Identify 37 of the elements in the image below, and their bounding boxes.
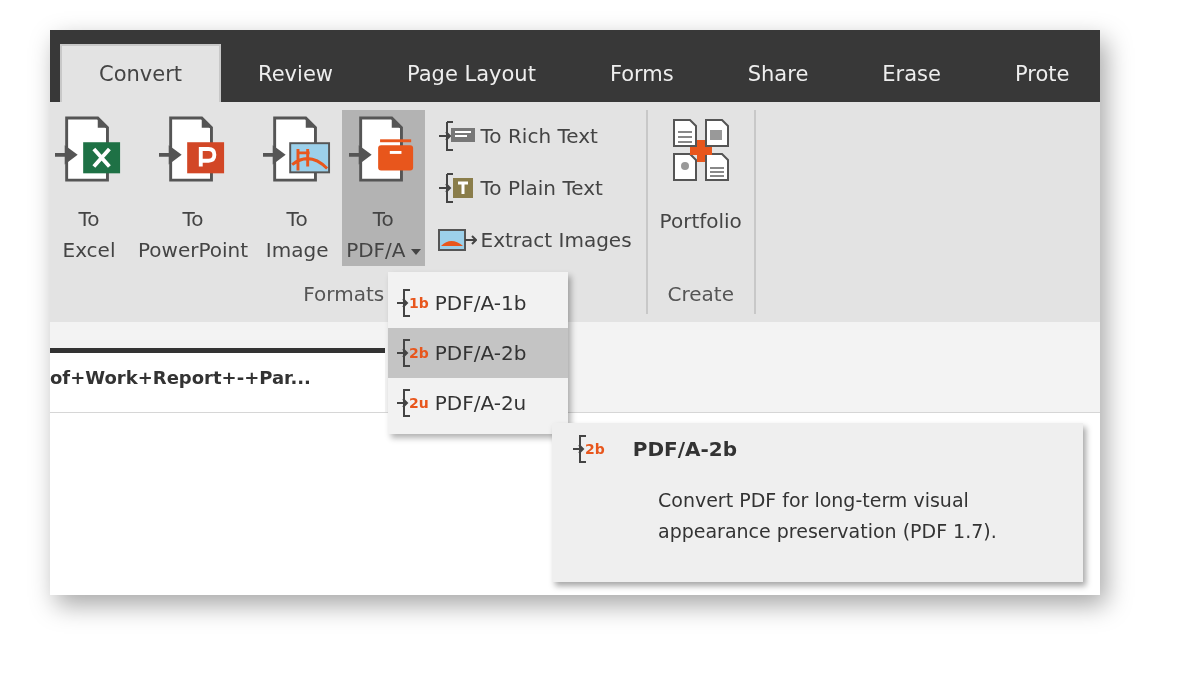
convert-button[interactable]: To Excel: [50, 110, 128, 266]
document-arrow-icon: [396, 289, 411, 317]
ribbon-tab[interactable]: Prote: [978, 46, 1100, 102]
ribbon-tab[interactable]: Erase: [845, 46, 978, 102]
version-label: 2u: [409, 395, 429, 411]
document-arrow-icon: [396, 389, 411, 417]
menu-item-label: PDF/A-2u: [434, 391, 527, 415]
tooltip-text: Convert PDF for long-term visual appearance preservation (PDF 1.7).: [658, 488, 998, 544]
ribbon-tab[interactable]: Convert: [60, 44, 222, 102]
version-label: 2b: [409, 345, 429, 361]
ribbon-tab[interactable]: Share: [710, 46, 846, 102]
ribbon-tab[interactable]: Forms: [572, 46, 711, 102]
convert-button[interactable]: To PDF/A: [342, 110, 425, 266]
version-label: 1b: [409, 295, 429, 311]
group-label: Create: [667, 282, 734, 308]
version-label: 2b: [585, 441, 605, 457]
ribbon-tab[interactable]: Review: [221, 46, 370, 102]
document-tab[interactable]: of+Work+Report+-+Par...: [50, 348, 385, 412]
ribbon-tab[interactable]: Page Layout: [370, 46, 573, 102]
document-arrow-icon: [396, 339, 411, 367]
convert-button[interactable]: Portfolio: [655, 110, 746, 266]
menu-item[interactable]: 1b PDF/A-1b: [388, 278, 568, 328]
menu-item[interactable]: 2b PDF/A-2b: [388, 328, 568, 378]
convert-button[interactable]: To PowerPoint: [134, 110, 253, 266]
menu-item[interactable]: 2u PDF/A-2u: [388, 378, 568, 428]
convert-button[interactable]: To Image: [258, 110, 337, 266]
menu-item-label: PDF/A-1b: [434, 291, 527, 315]
document-arrow-icon: [572, 435, 587, 463]
menu-item-label: PDF/A-2b: [434, 341, 527, 365]
convert-button[interactable]: To Plain Text: [430, 162, 638, 214]
group-label: Formats: [303, 282, 385, 308]
caret-icon: [410, 248, 421, 255]
document-arrow-icon: [262, 116, 333, 184]
convert-button[interactable]: Extract Images: [430, 214, 638, 266]
document-arrow-icon: [436, 120, 477, 152]
tooltip-title: PDF/A-2b: [632, 437, 737, 461]
convert-button[interactable]: To Rich Text: [430, 110, 638, 162]
